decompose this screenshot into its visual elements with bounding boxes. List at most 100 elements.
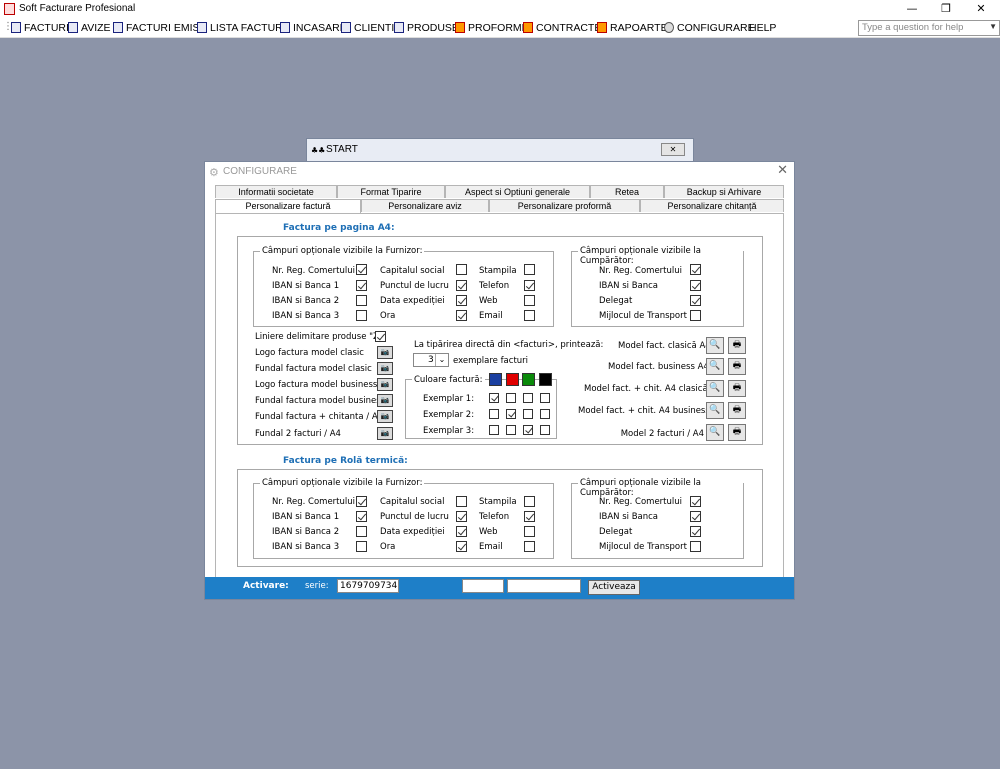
menu-rapoarte[interactable]: RAPOARTE [597,21,668,35]
color-swatch-red[interactable] [506,373,519,386]
dialog-close-button[interactable]: ✕ [777,163,788,178]
a4-furn-cb[interactable] [524,310,535,321]
a4-furn-cb[interactable] [456,264,467,275]
camera-icon[interactable]: 📷 [377,394,393,407]
preview-icon[interactable]: 🔍 [706,337,724,354]
activeaza-button[interactable]: Activeaza [588,580,640,595]
a4-cump-cb[interactable] [690,264,701,275]
exemplar-cb[interactable] [540,425,550,435]
start-close-button[interactable]: ✕ [661,143,685,156]
close-button[interactable]: ✕ [965,0,997,18]
serie-input[interactable]: 1679709734 [337,579,399,593]
tab-backup-arhivare[interactable]: Backup si Arhivare [664,185,784,198]
preview-icon[interactable]: 🔍 [706,424,724,441]
menu-configurare[interactable]: CONFIGURARE [664,21,755,35]
camera-icon[interactable]: 📷 [377,410,393,423]
camera-icon[interactable]: 📷 [377,378,393,391]
preview-icon[interactable]: 🔍 [706,358,724,375]
menu-produse[interactable]: PRODUSE [394,21,459,35]
rola-furn-cb[interactable] [524,511,535,522]
exemplar-cb[interactable] [489,409,499,419]
rola-furn-cb[interactable] [356,496,367,507]
tab-personalizare-proforma[interactable]: Personalizare proformă [489,199,640,212]
exemplar-cb[interactable] [489,425,499,435]
preview-icon[interactable]: 🔍 [706,402,724,419]
a4-cump-cb[interactable] [690,280,701,291]
tab-format-tiparire[interactable]: Format Tiparire [337,185,445,198]
menu-facturi-emise[interactable]: FACTURI EMISE [113,21,207,35]
tab-aspect-optiuni[interactable]: Aspect si Optiuni generale [445,185,590,198]
camera-icon[interactable]: 📷 [377,362,393,375]
a4-furn-cb[interactable] [356,264,367,275]
rola-furn-cb[interactable] [456,541,467,552]
a4-furn-cb[interactable] [356,310,367,321]
rola-cump-cb[interactable] [690,496,701,507]
rola-cump-cb[interactable] [690,511,701,522]
printer-icon[interactable]: 🖶 [728,380,746,397]
camera-icon[interactable]: 📷 [377,427,393,440]
a4-furn-cb[interactable] [456,280,467,291]
menu-clienti[interactable]: CLIENTI [341,21,394,35]
rola-furn-cb[interactable] [356,541,367,552]
tab-informatii-societate[interactable]: Informatii societate [215,185,337,198]
a4-furn-cb[interactable] [356,295,367,306]
copies-select[interactable]: 3 ⌄ [413,353,449,367]
rola-cump-cb[interactable] [690,541,701,552]
liniere-checkbox[interactable] [375,331,386,342]
exemplar-cb[interactable] [523,425,533,435]
rola-furn-cb[interactable] [356,511,367,522]
a4-furn-cb[interactable] [356,280,367,291]
rola-furn-cb[interactable] [524,541,535,552]
a4-furn-cb[interactable] [456,310,467,321]
exemplar-cb[interactable] [523,393,533,403]
exemplar-cb[interactable] [506,425,516,435]
exemplar-cb[interactable] [506,409,516,419]
activation-code-input-2[interactable] [507,579,581,593]
a4-furn-cb[interactable] [524,264,535,275]
rola-furn-cb[interactable] [456,496,467,507]
exemplar-cb[interactable] [489,393,499,403]
minimize-button[interactable]: — [896,0,928,18]
dropdown-arrow-icon[interactable]: ▼ [989,22,997,31]
exemplar-cb[interactable] [540,393,550,403]
print-label: La tipărirea directă din <facturi>, prin… [414,340,604,350]
menu-facturi[interactable]: FACTURI [11,21,69,35]
activation-code-input-1[interactable] [462,579,504,593]
menu-incasari[interactable]: INCASARI [280,21,343,35]
restore-button[interactable]: ❐ [930,0,962,18]
printer-icon[interactable]: 🖶 [728,424,746,441]
tab-personalizare-factura[interactable]: Personalizare factură [215,199,361,213]
exemplar-cb[interactable] [540,409,550,419]
color-swatch-green[interactable] [522,373,535,386]
printer-icon[interactable]: 🖶 [728,337,746,354]
preview-icon[interactable]: 🔍 [706,380,724,397]
tab-personalizare-chitanta[interactable]: Personalizare chitanță [640,199,784,212]
color-swatch-blue[interactable] [489,373,502,386]
color-swatch-black[interactable] [539,373,552,386]
a4-furn-cb[interactable] [524,295,535,306]
help-search-input[interactable]: Type a question for help ▼ [858,20,1000,36]
tab-retea[interactable]: Retea [590,185,664,198]
exemplar-cb[interactable] [506,393,516,403]
exemplar-cb[interactable] [523,409,533,419]
menu-contracte[interactable]: CONTRACTE [523,21,601,35]
rola-cump-cb[interactable] [690,526,701,537]
a4-cump-cb[interactable] [690,310,701,321]
tab-personalizare-aviz[interactable]: Personalizare aviz [361,199,489,212]
chevron-down-icon[interactable]: ⌄ [435,354,448,366]
a4-cump-cb[interactable] [690,295,701,306]
menu-proforme[interactable]: PROFORME [455,21,529,35]
rola-furn-cb[interactable] [456,526,467,537]
rola-furn-cb[interactable] [356,526,367,537]
printer-icon[interactable]: 🖶 [728,358,746,375]
menu-lista-facturi[interactable]: LISTA FACTURI [197,21,286,35]
rola-furn-cb[interactable] [524,496,535,507]
printer-icon[interactable]: 🖶 [728,402,746,419]
rola-furn-cb[interactable] [456,511,467,522]
rola-furn-cb[interactable] [524,526,535,537]
menu-avize[interactable]: AVIZE [68,21,111,35]
camera-icon[interactable]: 📷 [377,346,393,359]
a4-furn-cb[interactable] [524,280,535,291]
menu-help[interactable]: HELP [749,21,776,35]
a4-furn-cb[interactable] [456,295,467,306]
